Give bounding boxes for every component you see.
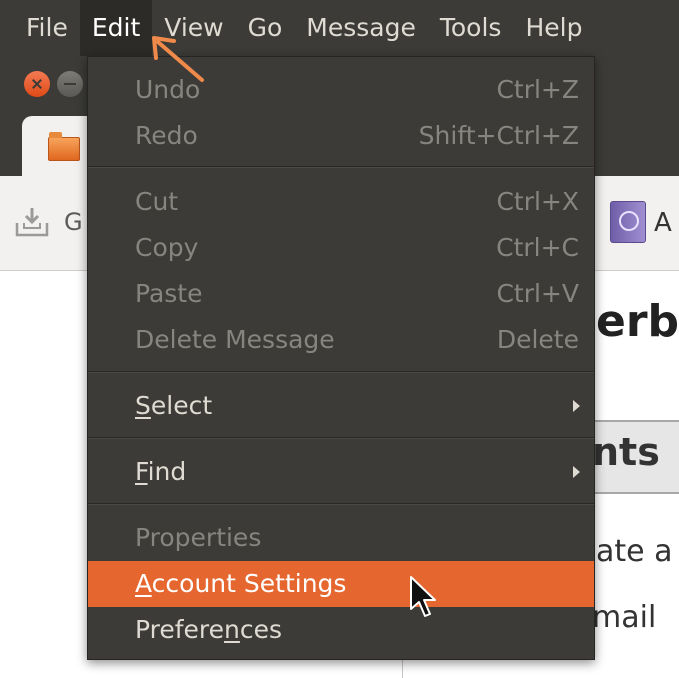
menu-item-redo[interactable]: Redo Shift+Ctrl+Z [88,113,594,159]
accounts-heading: nts [592,430,660,474]
edit-menu-dropdown: Undo Ctrl+Z Redo Shift+Ctrl+Z Cut Ctrl+X… [87,56,595,660]
close-icon[interactable] [24,71,50,97]
menu-separator [88,437,594,439]
menu-separator [88,371,594,373]
download-tray-icon[interactable] [14,205,50,239]
menu-item-select[interactable]: Select [88,383,594,429]
arrow-annotation-icon [152,36,204,82]
folder-icon [48,132,80,161]
menu-go[interactable]: Go [236,0,295,56]
chevron-right-icon [573,400,580,412]
menu-item-paste[interactable]: Paste Ctrl+V [88,271,594,317]
menu-tools[interactable]: Tools [428,0,514,56]
email-link[interactable]: mail [592,600,656,635]
menu-item-copy[interactable]: Copy Ctrl+C [88,225,594,271]
mouse-cursor-icon [410,576,436,617]
menu-bar: File Edit View Go Message Tools Help [0,0,679,56]
menu-file[interactable]: File [0,0,80,56]
create-account-text: ate a n [596,534,679,569]
address-book-icon[interactable] [610,201,646,243]
minimize-icon[interactable] [57,71,83,97]
menu-item-find[interactable]: Find [88,449,594,495]
thunderbird-window: File Edit View Go Message Tools Help G A… [0,0,679,678]
menu-item-delete-message[interactable]: Delete Message Delete [88,317,594,363]
menu-item-cut[interactable]: Cut Ctrl+X [88,179,594,225]
menu-separator [88,166,594,168]
menu-item-properties[interactable]: Properties [88,515,594,561]
chevron-right-icon [573,466,580,478]
page-title: erb [596,296,679,347]
address-book-label[interactable]: A [654,208,672,238]
get-messages-label[interactable]: G [64,208,83,236]
menu-help[interactable]: Help [513,0,594,56]
menu-item-preferences[interactable]: Preferences [88,607,594,653]
menu-item-account-settings[interactable]: Account Settings [88,561,594,607]
menu-message[interactable]: Message [294,0,428,56]
menu-separator [88,503,594,505]
